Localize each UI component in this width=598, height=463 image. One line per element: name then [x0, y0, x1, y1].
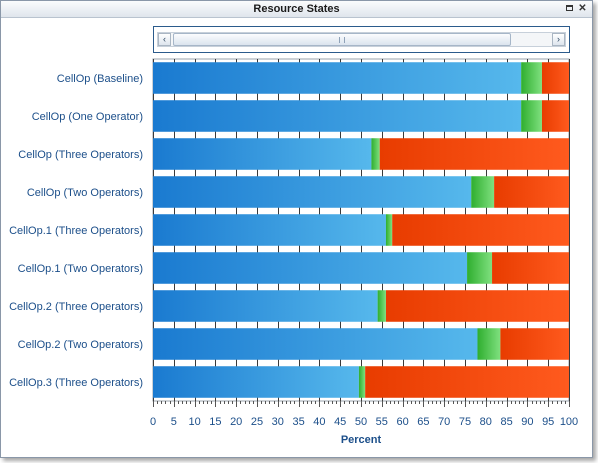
x-tick-label: 85	[500, 416, 512, 428]
x-tick-label: 20	[230, 416, 242, 428]
bar-segment-green	[385, 214, 393, 246]
bar-segment-green	[467, 252, 493, 284]
x-tick-label: 100	[560, 416, 578, 428]
category-label: CellOp.1 (Two Operators)	[18, 263, 143, 275]
x-tick-label: 90	[521, 416, 533, 428]
bar-segment-red	[392, 214, 569, 246]
x-tick-label: 25	[251, 416, 263, 428]
x-tick-label: 80	[480, 416, 492, 428]
bar-segment-blue	[153, 366, 359, 398]
category-label: CellOp (Baseline)	[57, 73, 143, 85]
bar-segment-blue	[153, 176, 472, 208]
bar-segment-green	[358, 366, 366, 398]
bar-segment-blue	[153, 100, 522, 132]
bar-segment-blue	[153, 62, 522, 94]
stacked-bar-chart: CellOp (Baseline) CellOp (One Operator) Ce…	[9, 58, 578, 446]
bar-segment-red	[541, 100, 569, 132]
x-tick-label: 95	[542, 416, 554, 428]
x-tick-label: 60	[396, 416, 408, 428]
x-tick-label: 10	[188, 416, 200, 428]
category-label: CellOp (Two Operators)	[27, 187, 143, 199]
bar-segment-red	[365, 366, 569, 398]
x-tick-label: 30	[272, 416, 284, 428]
x-tick-label: 50	[355, 416, 367, 428]
bar-segment-red	[379, 138, 569, 170]
x-tick-label: 65	[417, 416, 429, 428]
bar-segment-green	[521, 62, 542, 94]
x-tick-label: 75	[459, 416, 471, 428]
bar-segment-red	[492, 252, 569, 284]
bar-segment-red	[385, 290, 569, 322]
category-label: CellOp.2 (Two Operators)	[18, 339, 143, 351]
bar-segment-blue	[153, 138, 372, 170]
resource-states-window: Resource States ✕ ‹ › CellOp (Baseline) C…	[0, 0, 593, 458]
category-label: CellOp.3 (Three Operators)	[9, 377, 143, 389]
bar-segment-green	[477, 328, 501, 360]
x-tick-label: 55	[376, 416, 388, 428]
x-tick-label: 35	[292, 416, 304, 428]
bar-segment-red	[541, 62, 569, 94]
bar-segment-green	[371, 138, 380, 170]
x-tick-label: 70	[438, 416, 450, 428]
category-label: CellOp (One Operator)	[32, 111, 143, 123]
x-axis-title: Percent	[341, 434, 382, 446]
x-tick-label: 0	[150, 416, 156, 428]
x-tick-label: 5	[171, 416, 177, 428]
bar-segment-green	[521, 100, 542, 132]
category-label: CellOp (Three Operators)	[18, 149, 143, 161]
category-label: CellOp.1 (Three Operators)	[9, 225, 143, 237]
bar-segment-blue	[153, 290, 378, 322]
bar-segment-blue	[153, 214, 386, 246]
category-label: CellOp.2 (Three Operators)	[9, 301, 143, 313]
x-tick-label: 40	[313, 416, 325, 428]
bar-segment-red	[494, 176, 569, 208]
x-tick-label: 15	[209, 416, 221, 428]
x-tick-label: 45	[334, 416, 346, 428]
bar-segment-green	[471, 176, 495, 208]
bar-segment-blue	[153, 328, 478, 360]
bar-segment-red	[500, 328, 569, 360]
bar-segment-blue	[153, 252, 468, 284]
bar-segment-green	[377, 290, 386, 322]
